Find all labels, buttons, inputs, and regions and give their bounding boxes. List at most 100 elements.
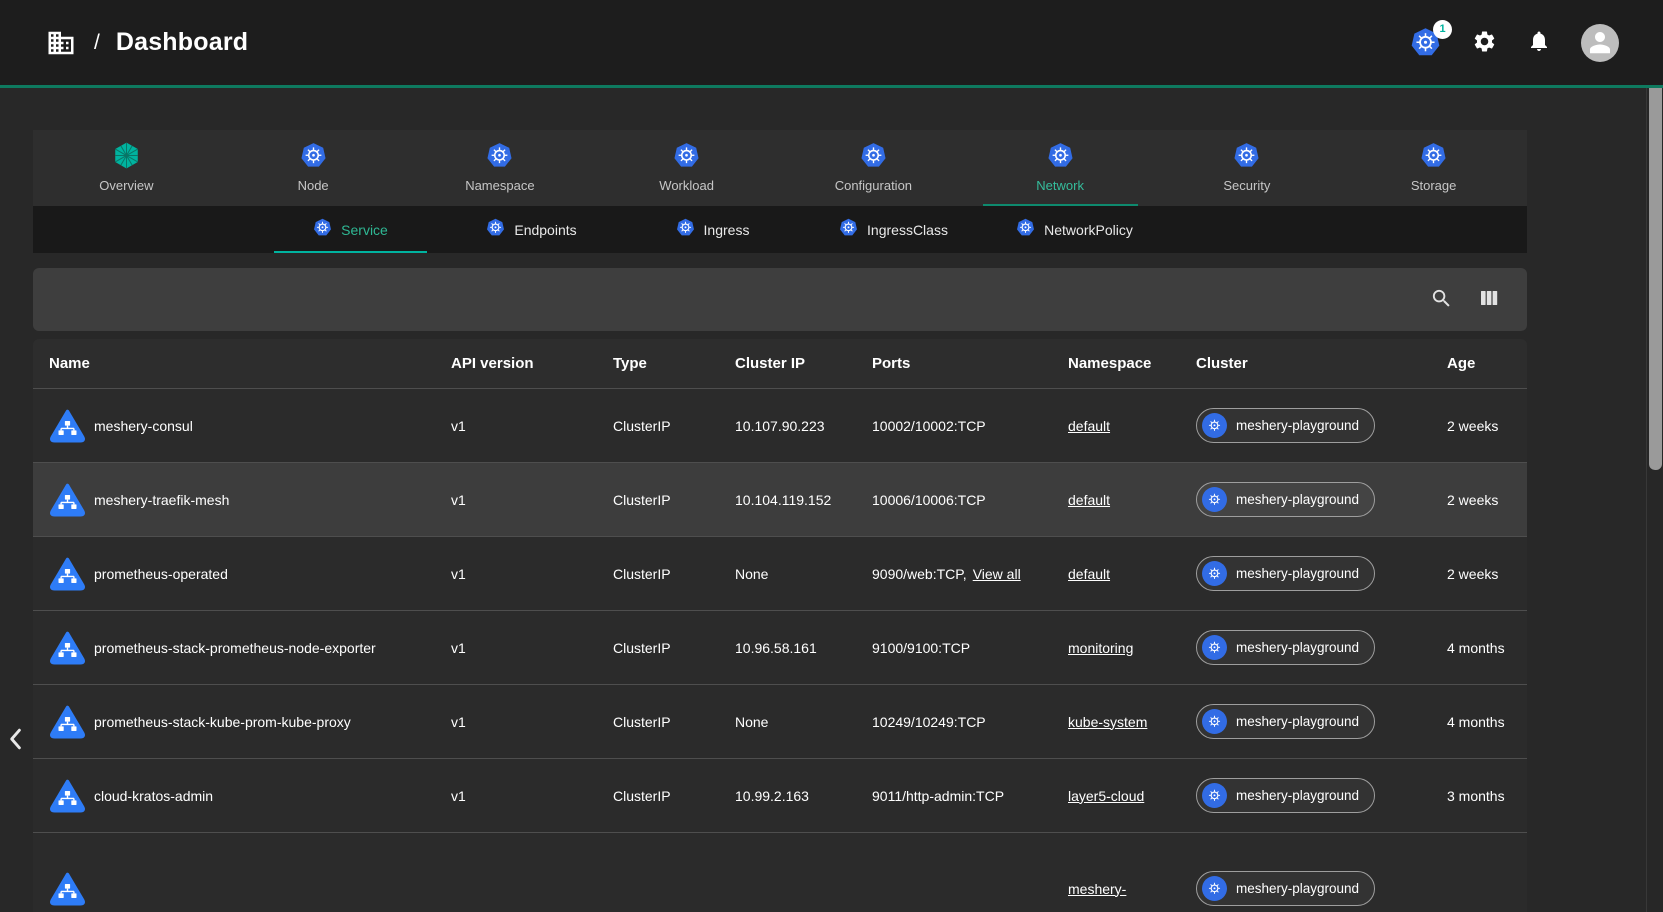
cluster-chip[interactable]: meshery-playground bbox=[1196, 482, 1375, 517]
service-icon bbox=[49, 408, 86, 444]
resource-tabs: Overview Node Namespace Workload Configu… bbox=[33, 130, 1527, 206]
table-row[interactable]: cloud-kratos-admin v1 ClusterIP 10.99.2.… bbox=[33, 758, 1527, 832]
cluster-chip[interactable]: meshery-playground bbox=[1196, 408, 1375, 443]
sub-tab-ingressclass[interactable]: IngressClass bbox=[803, 206, 984, 253]
namespace-link[interactable]: default bbox=[1068, 566, 1110, 582]
cluster-chip-label: meshery-playground bbox=[1236, 881, 1359, 896]
tab-network[interactable]: Network bbox=[967, 130, 1154, 206]
app-header: / Dashboard 1 bbox=[0, 0, 1663, 88]
settings-button[interactable] bbox=[1472, 29, 1497, 57]
service-name: prometheus-stack-kube-prom-kube-proxy bbox=[94, 714, 351, 730]
organization-icon[interactable] bbox=[46, 28, 76, 58]
column-header-api-version[interactable]: API version bbox=[451, 355, 613, 372]
type-cell: ClusterIP bbox=[613, 714, 735, 730]
view-all-ports-link[interactable]: View all bbox=[973, 566, 1021, 582]
cluster-chip[interactable]: meshery-playground bbox=[1196, 556, 1375, 591]
tab-overview[interactable]: Overview bbox=[33, 130, 220, 206]
cluster-ip-cell: 10.96.58.161 bbox=[735, 640, 872, 656]
cluster-ip-cell: 10.107.90.223 bbox=[735, 418, 872, 434]
chevron-left-icon bbox=[7, 729, 23, 756]
table-row[interactable]: meshery-consul v1 ClusterIP 10.107.90.22… bbox=[33, 388, 1527, 462]
page-scrollbar[interactable] bbox=[1646, 0, 1663, 912]
column-header-cluster[interactable]: Cluster bbox=[1196, 355, 1447, 372]
type-cell: ClusterIP bbox=[613, 640, 735, 656]
column-header-name[interactable]: Name bbox=[49, 355, 451, 372]
table-row[interactable]: meshery-traefik-mesh v1 ClusterIP 10.104… bbox=[33, 462, 1527, 536]
tab-storage[interactable]: Storage bbox=[1340, 130, 1527, 206]
column-header-cluster-ip[interactable]: Cluster IP bbox=[735, 355, 872, 372]
ports-cell: 9011/http-admin:TCP bbox=[872, 788, 1068, 804]
service-name: prometheus-operated bbox=[94, 566, 228, 582]
kubernetes-icon bbox=[486, 142, 513, 169]
collapse-drawer-button[interactable] bbox=[2, 728, 28, 758]
cluster-chip-label: meshery-playground bbox=[1236, 418, 1359, 433]
cluster-chip[interactable]: meshery-playground bbox=[1196, 871, 1375, 906]
tab-configuration[interactable]: Configuration bbox=[780, 130, 967, 206]
cluster-ip-cell: 10.104.119.152 bbox=[735, 492, 872, 508]
table-toolbar bbox=[33, 268, 1527, 331]
type-cell: ClusterIP bbox=[613, 492, 735, 508]
namespace-link[interactable]: default bbox=[1068, 492, 1110, 508]
tab-workload[interactable]: Workload bbox=[593, 130, 780, 206]
cluster-ip-cell: None bbox=[735, 714, 872, 730]
ports-cell: 10249/10249:TCP bbox=[872, 714, 1068, 730]
namespace-link[interactable]: default bbox=[1068, 418, 1110, 434]
namespace-link[interactable]: kube-system bbox=[1068, 714, 1147, 730]
service-name: meshery-traefik-mesh bbox=[94, 492, 229, 508]
column-header-type[interactable]: Type bbox=[613, 355, 735, 372]
column-visibility-button[interactable] bbox=[1477, 286, 1501, 313]
bell-icon bbox=[1527, 29, 1551, 56]
table-row[interactable]: prometheus-stack-kube-prom-kube-proxy v1… bbox=[33, 684, 1527, 758]
search-icon bbox=[1430, 287, 1453, 313]
cluster-chip[interactable]: meshery-playground bbox=[1196, 704, 1375, 739]
notifications-button[interactable] bbox=[1527, 29, 1551, 56]
api-version-cell: v1 bbox=[451, 418, 613, 434]
cluster-chip-label: meshery-playground bbox=[1236, 640, 1359, 655]
cluster-ip-cell: None bbox=[735, 566, 872, 582]
meshery-icon bbox=[113, 142, 140, 169]
cluster-ip-cell: 10.99.2.163 bbox=[735, 788, 872, 804]
sub-tab-ingress[interactable]: Ingress bbox=[622, 206, 803, 253]
table-header-row: Name API version Type Cluster IP Ports N… bbox=[33, 339, 1527, 388]
ports-cell: 9090/web:TCP,View all bbox=[872, 566, 1068, 582]
age-cell: 3 months bbox=[1447, 788, 1527, 804]
namespace-link[interactable]: layer5-cloud bbox=[1068, 788, 1144, 804]
service-icon bbox=[49, 704, 86, 740]
services-table: Name API version Type Cluster IP Ports N… bbox=[33, 339, 1527, 912]
breadcrumb-separator: / bbox=[94, 31, 100, 55]
kubernetes-icon bbox=[1202, 635, 1227, 660]
tab-namespace[interactable]: Namespace bbox=[407, 130, 594, 206]
cluster-chip[interactable]: meshery-playground bbox=[1196, 778, 1375, 813]
page-title: Dashboard bbox=[116, 28, 248, 57]
table-row[interactable]: prometheus-stack-prometheus-node-exporte… bbox=[33, 610, 1527, 684]
namespace-link[interactable]: monitoring bbox=[1068, 640, 1133, 656]
sub-tab-endpoints[interactable]: Endpoints bbox=[441, 206, 622, 253]
table-row[interactable]: prometheus-operated v1 ClusterIP None 90… bbox=[33, 536, 1527, 610]
user-avatar[interactable] bbox=[1581, 24, 1619, 62]
service-icon bbox=[49, 778, 86, 814]
tab-node[interactable]: Node bbox=[220, 130, 407, 206]
tab-security[interactable]: Security bbox=[1154, 130, 1341, 206]
sub-tab-service[interactable]: Service bbox=[260, 206, 441, 253]
ports-cell: 10006/10006:TCP bbox=[872, 492, 1068, 508]
kubernetes-context-button[interactable]: 1 bbox=[1410, 27, 1442, 59]
namespace-link[interactable]: meshery- bbox=[1068, 881, 1126, 897]
sub-tab-networkpolicy[interactable]: NetworkPolicy bbox=[984, 206, 1165, 253]
context-count-badge: 1 bbox=[1433, 20, 1452, 39]
kubernetes-icon bbox=[1420, 142, 1447, 169]
column-header-age[interactable]: Age bbox=[1447, 355, 1527, 372]
type-cell: ClusterIP bbox=[613, 788, 735, 804]
kubernetes-icon bbox=[839, 218, 858, 242]
search-button[interactable] bbox=[1430, 287, 1453, 313]
cluster-chip[interactable]: meshery-playground bbox=[1196, 630, 1375, 665]
service-name: prometheus-stack-prometheus-node-exporte… bbox=[94, 640, 376, 656]
gear-icon bbox=[1472, 29, 1497, 57]
kubernetes-icon bbox=[1202, 876, 1227, 901]
table-row[interactable]: meshery- meshery-playground bbox=[33, 832, 1527, 912]
kubernetes-icon bbox=[1202, 783, 1227, 808]
kubernetes-icon bbox=[1202, 413, 1227, 438]
type-cell: ClusterIP bbox=[613, 566, 735, 582]
column-header-ports[interactable]: Ports bbox=[872, 355, 1068, 372]
column-header-namespace[interactable]: Namespace bbox=[1068, 355, 1196, 372]
service-name: cloud-kratos-admin bbox=[94, 788, 213, 804]
